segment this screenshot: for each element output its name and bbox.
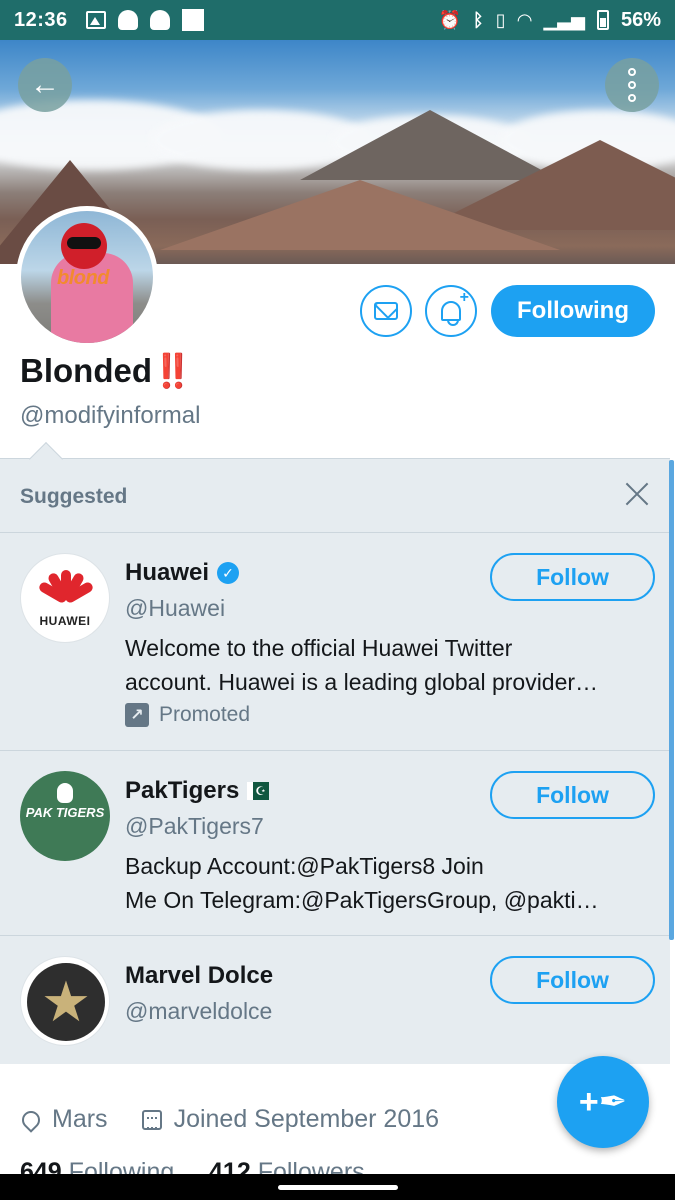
follow-button[interactable]: Follow <box>490 956 655 1004</box>
message-button[interactable] <box>360 285 412 337</box>
profile-meta: Mars Joined September 2016 <box>18 1105 440 1134</box>
account-handle: @Huawei <box>125 595 226 621</box>
home-gesture-handle[interactable] <box>278 1185 398 1190</box>
marveldolce-avatar[interactable]: ★ <box>20 956 110 1046</box>
account-bio: Backup Account:@PakTigers8 Join Me On Te… <box>125 853 599 913</box>
pakistan-flag-icon <box>247 782 270 800</box>
display-name: Blonded‼️ <box>20 352 194 389</box>
promoted-arrow-icon: ↗ <box>125 703 149 727</box>
account-bio: Welcome to the official Huawei Twitter a… <box>125 635 599 695</box>
wifi-icon: ◠ <box>517 9 532 30</box>
account-handle: @marveldolce <box>125 998 273 1024</box>
notifications-button[interactable]: + <box>425 285 477 337</box>
scrollbar[interactable] <box>669 460 674 940</box>
more-vertical-icon <box>628 68 636 76</box>
status-time: 12:36 <box>14 8 68 31</box>
system-nav-bar <box>0 1174 675 1200</box>
suggested-account-row[interactable]: PAK TIGERS PakTigers @PakTigers7 Backup … <box>0 750 670 935</box>
arrow-left-icon: ← <box>30 68 60 101</box>
compose-tweet-button[interactable]: +✒ <box>557 1056 649 1148</box>
verified-badge-icon: ✓ <box>217 562 240 584</box>
mail-icon <box>374 302 398 320</box>
location-text: Mars <box>52 1105 108 1133</box>
back-button[interactable]: ← <box>18 58 72 112</box>
status-bar: 12:36 ⏰ ᛒ ▯ ◠ ▁▃▅ 56% <box>0 0 675 40</box>
calendar-icon <box>141 1109 162 1130</box>
suggested-title: Suggested <box>20 485 128 508</box>
follow-button[interactable]: Follow <box>490 771 655 819</box>
battery-icon <box>596 10 609 30</box>
account-name: PakTigers <box>125 777 270 805</box>
location-pin-icon <box>18 1106 44 1133</box>
paktigers-avatar[interactable]: PAK TIGERS <box>20 771 110 861</box>
double-exclamation-emoji: ‼️ <box>151 352 194 389</box>
bell-plus-icon <box>441 301 461 326</box>
notification-icons <box>85 9 204 31</box>
avatar-text: blond <box>57 267 109 289</box>
joined-date: Joined September 2016 <box>173 1105 440 1133</box>
follow-button[interactable]: Follow <box>490 553 655 601</box>
snapchat-icon <box>117 10 138 30</box>
account-handle: @PakTigers7 <box>125 813 264 839</box>
suggested-account-row[interactable]: HUAWEI Huawei ✓ @Huawei Welcome to the o… <box>0 532 670 750</box>
mask-icon <box>57 783 73 803</box>
close-suggested-button[interactable] <box>622 479 652 509</box>
huawei-logo-icon <box>36 568 96 608</box>
following-button[interactable]: Following <box>491 285 655 337</box>
avatar-text: PAK TIGERS <box>25 805 105 820</box>
more-options-button[interactable] <box>605 58 659 112</box>
bluetooth-icon: ᛒ <box>472 9 484 30</box>
account-name: Huawei ✓ <box>125 559 240 587</box>
suggested-account-row[interactable]: ★ Marvel Dolce @marveldolce Follow <box>0 935 670 1065</box>
avatar-text: HUAWEI <box>39 614 91 628</box>
account-name: Marvel Dolce <box>125 962 274 989</box>
system-icons: ⏰ ᛒ ▯ ◠ ▁▃▅ 56% <box>438 9 661 32</box>
compose-feather-icon: +✒ <box>578 1083 628 1121</box>
alarm-icon: ⏰ <box>438 9 461 30</box>
image-icon <box>85 11 106 29</box>
snapchat-icon <box>149 10 170 30</box>
suggested-panel: Suggested HUAWEI Huawei ✓ @Huawei Welcom… <box>0 442 670 1065</box>
vibrate-icon: ▯ <box>495 9 506 30</box>
battery-percent: 56% <box>620 8 661 31</box>
profile-handle: @modifyinformal <box>20 402 201 429</box>
signal-icon: ▁▃▅ <box>543 9 585 30</box>
profile-avatar[interactable]: blond <box>16 206 158 348</box>
huawei-avatar[interactable]: HUAWEI <box>20 553 110 643</box>
square-icon <box>181 9 204 31</box>
star-icon: ★ <box>27 963 105 1041</box>
promoted-label: ↗ Promoted <box>125 703 250 727</box>
